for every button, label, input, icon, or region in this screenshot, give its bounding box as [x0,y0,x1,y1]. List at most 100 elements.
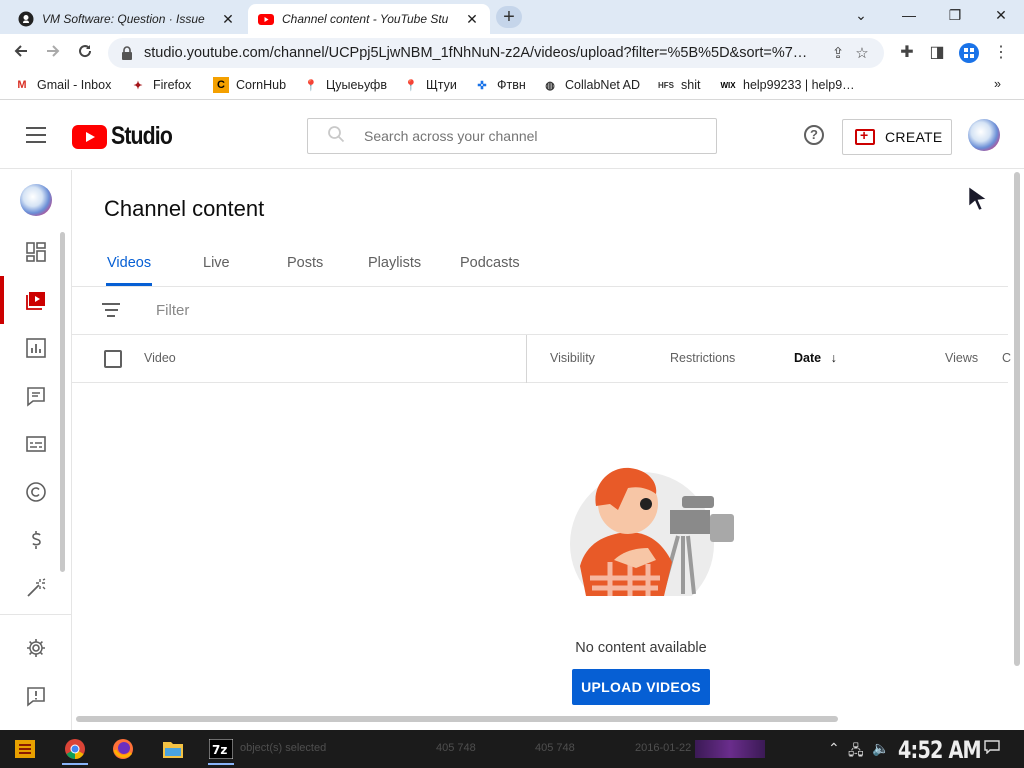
firefox-icon: ✦ [133,79,143,92]
nav-dashboard[interactable] [0,228,72,276]
nav-earn[interactable] [0,516,72,564]
minimize-button[interactable]: — [886,4,932,26]
column-date[interactable]: Date ↓ [794,351,837,365]
channel-avatar[interactable] [20,184,52,216]
tab-podcasts[interactable]: Podcasts [460,255,520,271]
nav-analytics[interactable] [0,324,72,372]
browser-tab-studio[interactable]: Channel content - YouTube Stu ✕ [248,4,490,34]
bookmark-label: Щтуи [426,78,457,92]
bookmark-label: help99233 | help9… [743,78,855,92]
taskbar-chrome[interactable] [60,735,90,765]
tab-search-button[interactable]: ⌄ [838,4,884,26]
nav-customization[interactable] [0,564,72,612]
filter-icon[interactable] [102,303,120,321]
bookmark-maps-1[interactable]: 📍 Цуыеьуфв [303,77,387,93]
nav-subtitles[interactable] [0,420,72,468]
column-views[interactable]: Views [945,351,978,365]
tab-playlists[interactable]: Playlists [368,255,421,271]
map-pin-icon: 📍 [304,79,318,92]
gear-icon [27,639,45,657]
forward-button[interactable] [40,40,66,66]
bookmarks-overflow-button[interactable]: » [994,77,1001,91]
studio-logo[interactable]: Studio [72,122,183,151]
nav-content[interactable] [0,276,72,324]
youtube-icon [258,14,274,25]
nav-copyright[interactable] [0,468,72,516]
tab-videos[interactable]: Videos [107,255,151,271]
bookmark-star-icon[interactable]: ☆ [850,44,874,62]
taskbar-clock[interactable]: 4:52 AM [898,736,982,764]
url-text[interactable]: studio.youtube.com/channel/UCPpj5LjwNBM_… [144,45,826,61]
taskbar-firefox[interactable] [108,735,138,763]
menu-icon[interactable] [26,127,46,143]
profile-icon[interactable] [958,42,980,64]
column-comments[interactable]: C [1002,351,1011,365]
tab-title: Channel content - YouTube Stu [282,12,449,26]
bookmarks-bar: M Gmail - Inbox ✦ Firefox C CornHub 📍 Цу… [0,72,1024,100]
nav-comments[interactable] [0,372,72,420]
youtube-logo-icon [72,124,107,149]
new-tab-button[interactable]: + [496,6,522,28]
search-input[interactable] [364,128,684,144]
back-arrow-icon [14,45,27,57]
extensions-puzzle-icon[interactable]: ✚ [896,42,918,64]
volume-icon[interactable]: 🔈 [872,740,889,757]
hfs-icon: HFS [658,80,674,90]
upload-videos-button[interactable]: UPLOAD VIDEOS [572,669,710,705]
dollar-icon [32,531,41,549]
help-icon[interactable]: ? [804,125,824,145]
account-avatar[interactable] [968,119,1000,151]
reload-icon [79,45,92,58]
share-icon[interactable]: ⇪ [826,44,850,62]
nav-settings[interactable] [0,624,72,672]
taskbar-7zip[interactable]: 7z [206,735,236,765]
7zip-icon: 7z [209,739,233,759]
cornhub-icon: C [213,77,229,93]
notifications-icon[interactable] [984,740,1000,757]
filter-bar[interactable]: Filter [72,287,1008,335]
show-hidden-icons-button[interactable]: ⌃ [828,740,840,757]
reload-button[interactable] [72,40,98,66]
bookmark-ftvn[interactable]: ✜ Фтвн [474,77,525,93]
column-restrictions[interactable]: Restrictions [670,351,735,365]
taskbar-file-explorer[interactable] [158,735,188,763]
close-icon[interactable]: ✕ [464,11,480,28]
bookmark-firefox[interactable]: ✦ Firefox [130,77,191,93]
browser-menu-icon[interactable]: ⋮ [990,42,1012,64]
page-horizontal-scrollbar[interactable] [76,716,838,722]
address-bar[interactable]: studio.youtube.com/channel/UCPpj5LjwNBM_… [108,38,884,68]
bookmark-shit[interactable]: HFS shit [658,77,700,93]
select-all-checkbox[interactable] [104,350,122,368]
channel-search[interactable] [307,118,717,154]
nav-feedback[interactable] [0,672,72,720]
column-visibility[interactable]: Visibility [550,351,595,365]
window-close-button[interactable]: ✕ [978,4,1024,26]
restore-button[interactable]: ❐ [932,4,978,26]
column-date-label: Date [794,351,822,365]
page-vertical-scrollbar[interactable] [1014,172,1020,666]
tab-live[interactable]: Live [203,255,230,271]
create-label: CREATE [885,129,943,145]
globe-icon: ◍ [545,79,555,92]
lock-icon [122,46,132,60]
bookmark-gmail[interactable]: M Gmail - Inbox [14,77,111,93]
bookmark-help[interactable]: WIX help99233 | help9… [720,77,855,93]
column-video: Video [144,351,176,365]
analytics-icon [26,338,46,358]
network-icon[interactable]: 🖧 [848,740,864,764]
bookmark-cornhub[interactable]: C CornHub [213,77,286,93]
taskbar-background-text: object(s) selected [240,742,327,754]
filter-input[interactable]: Filter [156,302,189,319]
tab-posts[interactable]: Posts [287,255,323,271]
back-button[interactable] [8,40,34,66]
windows-taskbar: object(s) selected 405 748 405 748 2016-… [0,730,1024,768]
create-button[interactable]: CREATE [842,119,952,155]
start-button[interactable] [10,735,40,763]
svg-text:7z: 7z [212,743,227,757]
bookmark-maps-2[interactable]: 📍 Щтуи [403,77,457,93]
sort-down-arrow-icon: ↓ [830,351,837,365]
bookmark-collabnet[interactable]: ◍ CollabNet AD [542,77,640,93]
close-icon[interactable]: ✕ [220,11,236,28]
browser-tab-github[interactable]: VM Software: Question · Issue ✕ [8,4,246,34]
side-panel-icon[interactable]: ◨ [926,42,948,64]
